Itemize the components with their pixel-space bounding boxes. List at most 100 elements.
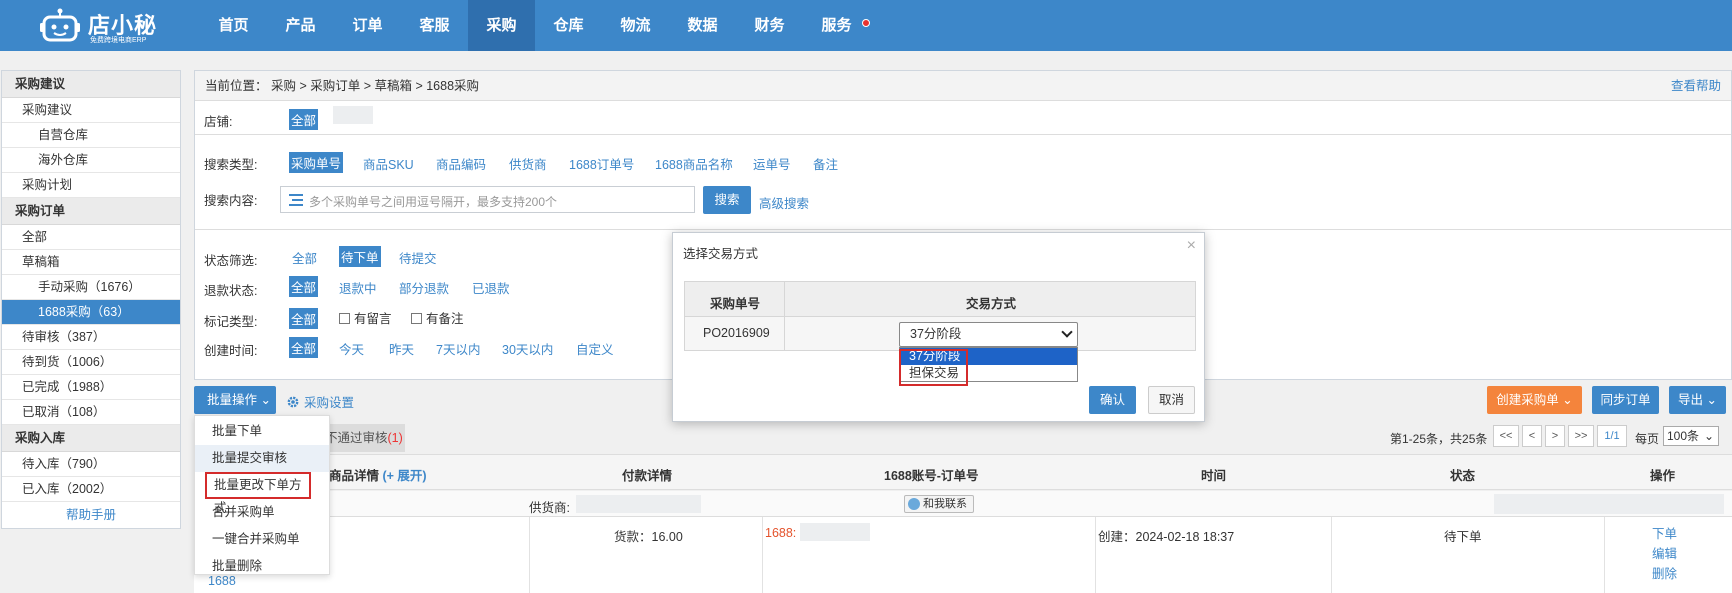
refund-status-label: 退款状态: [204, 284, 258, 298]
nav-warehouse[interactable]: 仓库 [535, 0, 602, 51]
sync-orders-button[interactable]: 同步订单 [1592, 386, 1659, 414]
time-custom[interactable]: 自定义 [576, 339, 614, 358]
search-type-tracking[interactable]: 运单号 [753, 154, 791, 173]
contact-me-button[interactable]: 和我联系 [904, 495, 974, 513]
column-divider [1604, 517, 1605, 593]
search-input[interactable]: 多个采购单号之间用逗号隔开，最多支持200个 [280, 186, 695, 213]
nav-products[interactable]: 产品 [267, 0, 334, 51]
brand-logo[interactable]: 店小秘 免费跨境电商ERP [40, 6, 160, 46]
pagination-summary: 第1-25条，共25条 [1390, 432, 1488, 446]
order-status: 待下单 [1444, 530, 1482, 544]
th-time: 时间 [1201, 469, 1227, 483]
table-row: 1688 货款：16.00 1688: 创建：2024-02-18 18:37 … [194, 517, 1732, 593]
shop-label: 店铺: [204, 115, 233, 129]
redacted-account [800, 523, 870, 541]
nav-logistics[interactable]: 物流 [602, 0, 669, 51]
create-purchase-order-button[interactable]: 创建采购单 ⌄ [1487, 386, 1582, 414]
sidebar-section-inbound: 采购入库 [2, 425, 180, 452]
search-button[interactable]: 搜索 [703, 186, 751, 214]
sidebar-item-inbound[interactable]: 已入库（2002） [2, 477, 180, 502]
page-prev-button[interactable]: < [1522, 425, 1542, 447]
page-last-button[interactable]: >> [1568, 425, 1594, 447]
refund-done[interactable]: 已退款 [472, 278, 510, 297]
refund-partial[interactable]: 部分退款 [399, 278, 449, 297]
time-yesterday[interactable]: 昨天 [389, 339, 414, 358]
time-all[interactable]: 全部 [289, 337, 319, 358]
nav-orders[interactable]: 订单 [334, 0, 401, 51]
status-to-submit[interactable]: 待提交 [399, 248, 437, 267]
sidebar-item-pending-review[interactable]: 待审核（387） [2, 325, 180, 350]
sidebar-item-pending-arrival[interactable]: 待到货（1006） [2, 350, 180, 375]
highlight-box [899, 349, 968, 386]
create-purchase-order-label: 创建采购单 [1496, 393, 1559, 407]
status-to-order[interactable]: 待下单 [339, 246, 381, 267]
time-today[interactable]: 今天 [339, 339, 364, 358]
search-type-1688-product[interactable]: 1688商品名称 [655, 154, 733, 173]
mark-has-message-label: 有留言 [354, 312, 392, 326]
advanced-search-link[interactable]: 高级搜索 [759, 193, 809, 212]
mark-has-remark-checkbox[interactable]: 有备注 [411, 308, 464, 327]
trade-method-select[interactable]: 37分阶段 [899, 322, 1078, 347]
nav-customer-service[interactable]: 客服 [401, 0, 468, 51]
purchase-settings-link[interactable]: 采购设置 [286, 392, 354, 411]
sidebar-item-all[interactable]: 全部 [2, 225, 180, 250]
per-page-label: 每页 [1635, 432, 1660, 446]
batch-operations-button[interactable]: 批量操作 ⌄ [194, 386, 276, 414]
help-manual-link[interactable]: 帮助手册 [2, 502, 180, 528]
search-type-po-number[interactable]: 采购单号 [289, 152, 344, 173]
menu-batch-order[interactable]: 批量下单 [195, 418, 329, 445]
mark-type-label: 标记类型: [204, 315, 258, 329]
sidebar-item-overseas-warehouse[interactable]: 海外仓库 [2, 148, 180, 173]
cancel-button[interactable]: 取消 [1148, 386, 1195, 414]
export-button[interactable]: 导出 ⌄ [1669, 386, 1726, 414]
sidebar-item-self-warehouse[interactable]: 自营仓库 [2, 123, 180, 148]
nav-data[interactable]: 数据 [669, 0, 736, 51]
shop-all-chip[interactable]: 全部 [289, 109, 319, 130]
menu-batch-change-order-method[interactable]: 批量更改下单方式 [205, 472, 311, 515]
sidebar-item-completed[interactable]: 已完成（1988） [2, 375, 180, 400]
expand-toggle[interactable]: (+ 展开) [383, 469, 427, 483]
sidebar-item-pending-inbound[interactable]: 待入库（790） [2, 452, 180, 477]
batch-operations-label: 批量操作 [207, 393, 258, 407]
sidebar-item-plan[interactable]: 采购计划 [2, 173, 180, 198]
breadcrumb-text: 当前位置： 采购 > 采购订单 > 草稿箱 > 1688采购 [205, 79, 480, 93]
delete-link[interactable]: 删除 [1652, 563, 1677, 582]
confirm-button[interactable]: 确认 [1089, 386, 1136, 414]
tab-review-rejected[interactable]: 不通过审核(1) [317, 424, 405, 452]
per-page-select[interactable]: 100条 ⌄ [1663, 426, 1719, 446]
time-7days[interactable]: 7天以内 [436, 339, 480, 358]
page-first-button[interactable]: << [1493, 425, 1519, 447]
refund-all[interactable]: 全部 [289, 276, 319, 297]
nav-purchasing[interactable]: 采购 [468, 0, 535, 51]
column-divider [762, 517, 763, 593]
edit-link[interactable]: 编辑 [1652, 543, 1677, 562]
time-30days[interactable]: 30天以内 [502, 339, 553, 358]
nav-services[interactable]: 服务 [803, 0, 870, 51]
sidebar-item-suggest[interactable]: 采购建议 [2, 98, 180, 123]
refund-in-progress[interactable]: 退款中 [339, 278, 377, 297]
search-type-sku[interactable]: 商品SKU [363, 154, 414, 173]
search-type-product-code[interactable]: 商品编码 [436, 154, 486, 173]
search-type-1688-order[interactable]: 1688订单号 [569, 154, 634, 173]
mark-all[interactable]: 全部 [289, 308, 319, 329]
page-next-button[interactable]: > [1545, 425, 1565, 447]
place-order-link[interactable]: 下单 [1652, 523, 1677, 542]
top-navbar: 店小秘 免费跨境电商ERP 首页 产品 订单 客服 采购 仓库 物流 数据 财务… [0, 0, 1732, 51]
mark-has-message-checkbox[interactable]: 有留言 [339, 308, 392, 327]
nav-home[interactable]: 首页 [200, 0, 267, 51]
search-type-supplier[interactable]: 供货商 [509, 154, 547, 173]
chevron-down-icon: ⌄ [1703, 393, 1717, 407]
menu-batch-submit-review[interactable]: 批量提交审核 [195, 445, 329, 472]
sidebar-item-manual[interactable]: 手动采购（1676） [2, 275, 180, 300]
close-icon[interactable]: × [1187, 237, 1196, 255]
menu-one-click-merge[interactable]: 一键合并采购单 [195, 526, 329, 553]
status-all[interactable]: 全部 [292, 248, 317, 267]
sidebar-item-draft[interactable]: 草稿箱 [2, 250, 180, 275]
menu-merge-orders[interactable]: 合并采购单 [195, 499, 329, 526]
nav-finance[interactable]: 财务 [736, 0, 803, 51]
menu-batch-delete[interactable]: 批量删除 [195, 553, 329, 580]
search-type-remark[interactable]: 备注 [813, 154, 838, 173]
view-help-link[interactable]: 查看帮助 [1671, 71, 1721, 101]
sidebar-item-1688[interactable]: 1688采购（63） [2, 300, 180, 325]
sidebar-item-cancelled[interactable]: 已取消（108） [2, 400, 180, 425]
